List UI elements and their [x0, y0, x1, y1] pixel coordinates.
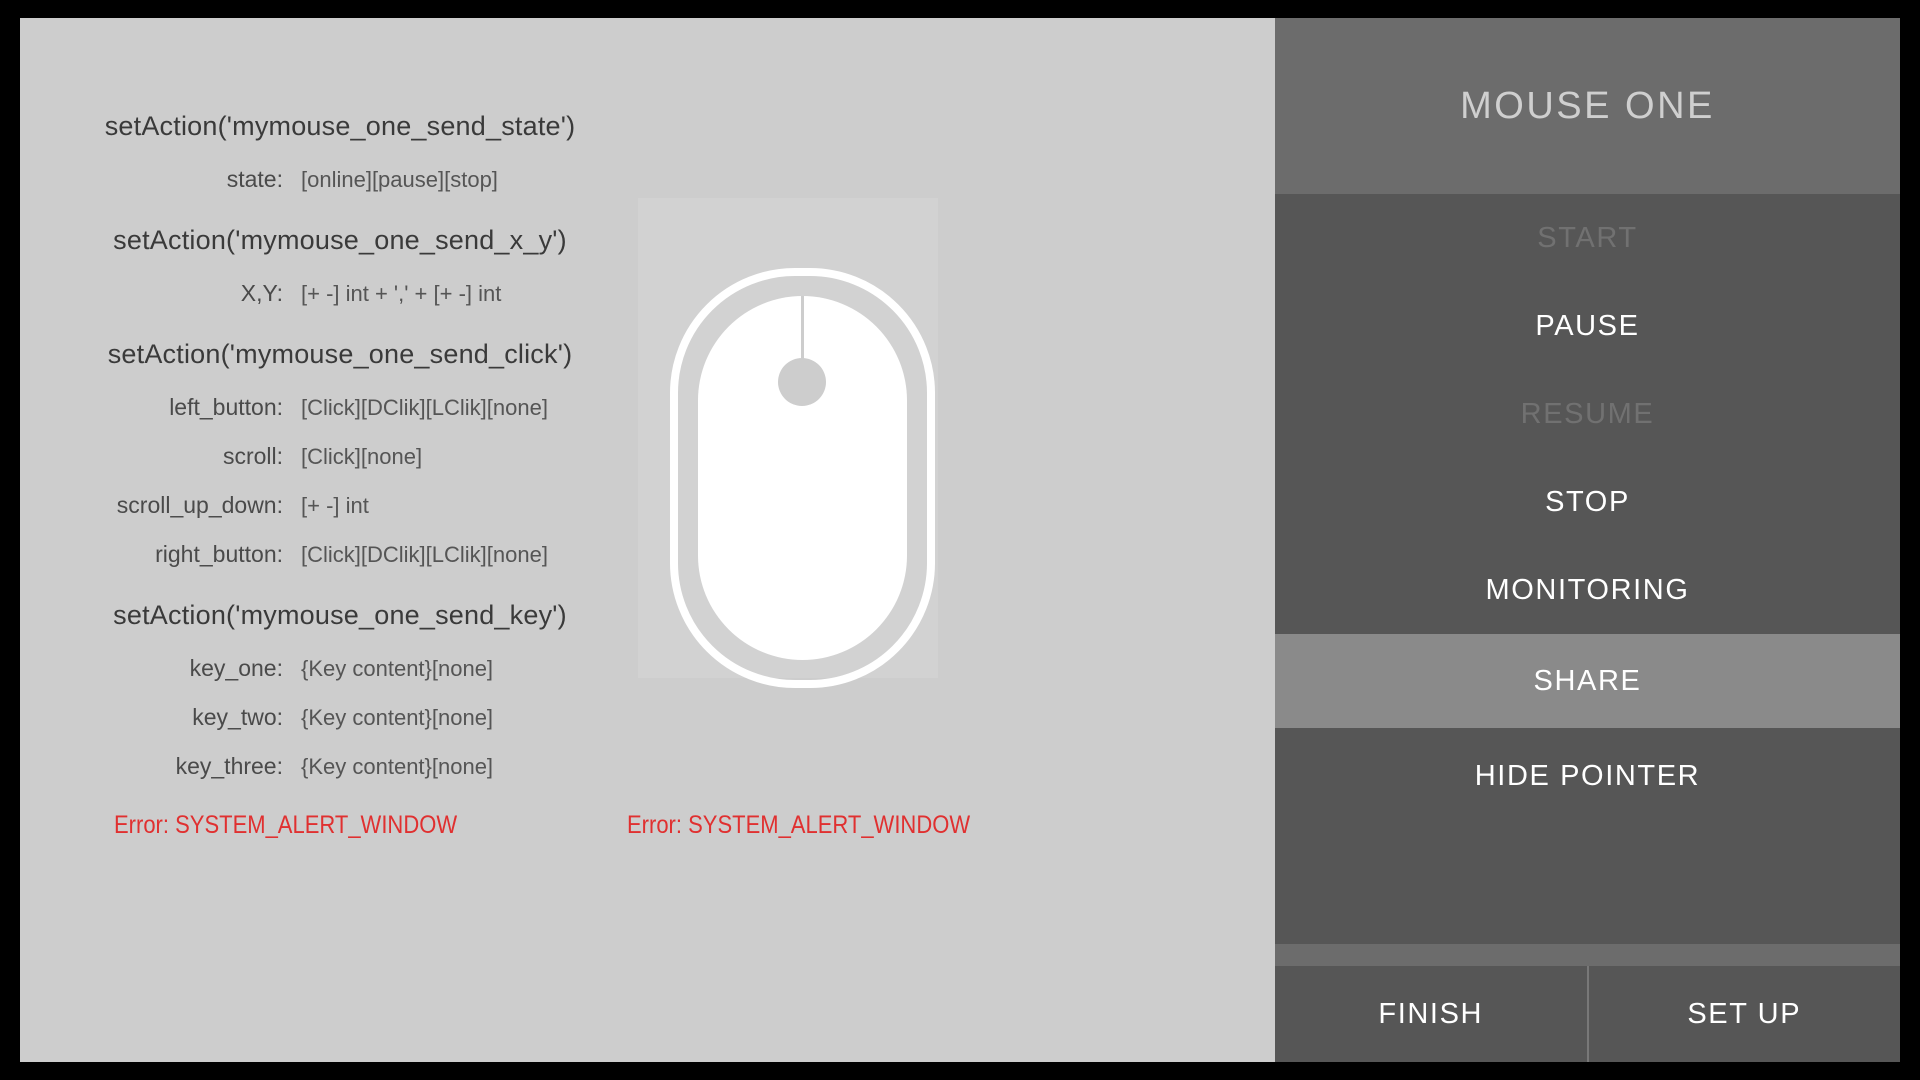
action-signature: setAction('mymouse_one_send_key')	[113, 600, 567, 630]
param-row: scroll: [Click][none]	[20, 443, 660, 473]
action-signature: setAction('mymouse_one_send_x_y')	[113, 225, 567, 255]
sidebar-item-hide-pointer[interactable]: HIDE POINTER	[1275, 728, 1900, 824]
param-row: left_button: [Click][DClik][LClik][none]	[20, 394, 660, 424]
param-label: state:	[226, 166, 283, 192]
sidebar-item-monitoring[interactable]: MONITORING	[1275, 546, 1900, 634]
sidebar-item-share[interactable]: SHARE	[1275, 634, 1900, 728]
param-row: key_three: {Key content}[none]	[20, 753, 660, 783]
param-label: left_button:	[169, 394, 283, 420]
control-sidebar: MOUSE ONE START PAUSE RESUME STOP MONITO…	[1275, 18, 1900, 1062]
action-header: setAction('mymouse_one_send_x_y')	[20, 225, 660, 259]
page-title: MOUSE ONE	[1460, 84, 1715, 127]
sidebar-divider-strip	[1275, 944, 1900, 966]
param-row: key_two: {Key content}[none]	[20, 704, 660, 734]
param-value: {Key content}[none]	[301, 705, 494, 730]
action-header: setAction('mymouse_one_send_click')	[20, 339, 660, 373]
param-value: [Click][DClik][LClik][none]	[301, 395, 548, 420]
param-label: X,Y:	[240, 280, 283, 306]
param-value: [+ -] int	[301, 493, 369, 518]
param-label: scroll:	[222, 443, 283, 469]
finish-button[interactable]: FINISH	[1275, 966, 1587, 1062]
sidebar-item-start[interactable]: START	[1275, 194, 1900, 282]
sidebar-item-resume[interactable]: RESUME	[1275, 370, 1900, 458]
param-row: scroll_up_down: [+ -] int	[20, 492, 660, 522]
action-signature: setAction('mymouse_one_send_click')	[107, 339, 573, 369]
mouse-scroll-wheel	[778, 358, 826, 406]
param-label: key_three:	[175, 753, 283, 779]
sidebar-item-stop[interactable]: STOP	[1275, 458, 1900, 546]
sidebar-header: MOUSE ONE	[1275, 18, 1900, 194]
param-value: [Click][none]	[301, 444, 423, 469]
param-value: [Click][DClik][LClik][none]	[301, 542, 548, 567]
app-window: setAction('mymouse_one_send_state') stat…	[20, 18, 1900, 1062]
error-message-center: Error: SYSTEM_ALERT_WINDOW	[627, 811, 971, 839]
setup-button[interactable]: SET UP	[1588, 966, 1900, 1062]
param-row: state: [online][pause][stop]	[20, 166, 660, 196]
sidebar-item-pause[interactable]: PAUSE	[1275, 282, 1900, 370]
documentation-panel: setAction('mymouse_one_send_state') stat…	[20, 18, 1275, 1062]
param-value: {Key content}[none]	[301, 656, 494, 681]
action-header: setAction('mymouse_one_send_key')	[20, 600, 660, 634]
action-signature: setAction('mymouse_one_send_state')	[104, 111, 576, 141]
param-label: key_one:	[189, 655, 283, 681]
sidebar-bottom-bar: FINISH SET UP	[1275, 966, 1900, 1062]
param-row: right_button: [Click][DClik][LClik][none]	[20, 541, 660, 571]
error-message-left: Error: SYSTEM_ALERT_WINDOW	[114, 811, 458, 839]
action-header: setAction('mymouse_one_send_state')	[20, 111, 660, 145]
param-row: key_one: {Key content}[none]	[20, 655, 660, 685]
param-value: [online][pause][stop]	[301, 167, 498, 192]
param-label: key_two:	[192, 704, 283, 730]
param-value: {Key content}[none]	[301, 754, 494, 779]
param-value: [+ -] int + ',' + [+ -] int	[301, 281, 502, 306]
computer-mouse-icon	[670, 268, 935, 688]
param-label: right_button:	[155, 541, 283, 567]
param-row: X,Y: [+ -] int + ',' + [+ -] int	[20, 280, 660, 310]
param-label: scroll_up_down:	[116, 492, 283, 518]
